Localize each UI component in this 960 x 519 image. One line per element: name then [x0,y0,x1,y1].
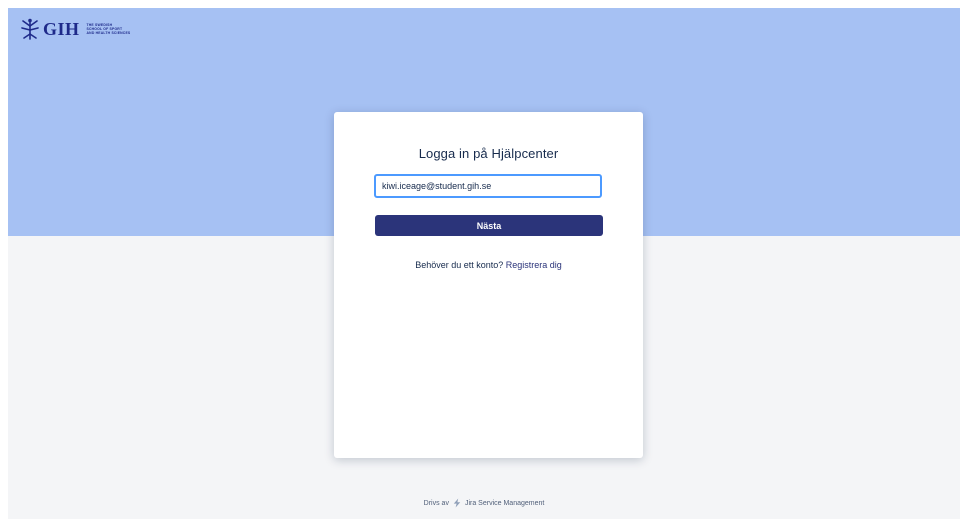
jira-service-management-link[interactable]: Jira Service Management [465,500,544,507]
logo-subtitle-line: and Health Sciences [86,31,131,35]
login-card: Logga in på Hjälpcenter Nästa Behöver du… [334,112,643,458]
signup-link[interactable]: Registrera dig [506,260,562,270]
gih-logo[interactable]: GIH The Swedish School of Sport and Heal… [20,14,130,44]
jira-lightning-icon [453,498,461,508]
page: GIH The Swedish School of Sport and Heal… [8,8,960,519]
footer: Drivs av Jira Service Management [8,498,960,508]
signup-prompt: Behöver du ett konto? Registrera dig [334,260,643,270]
logo-text: GIH [43,19,80,39]
login-title: Logga in på Hjälpcenter [418,146,559,161]
next-button[interactable]: Nästa [375,215,603,236]
gih-emblem-icon [21,18,39,40]
signup-prompt-text: Behöver du ett konto? [415,260,504,270]
footer-prefix: Drivs av [423,499,449,507]
logo-subtitle: The Swedish School of Sport and Health S… [87,23,131,35]
email-field[interactable] [374,174,602,198]
